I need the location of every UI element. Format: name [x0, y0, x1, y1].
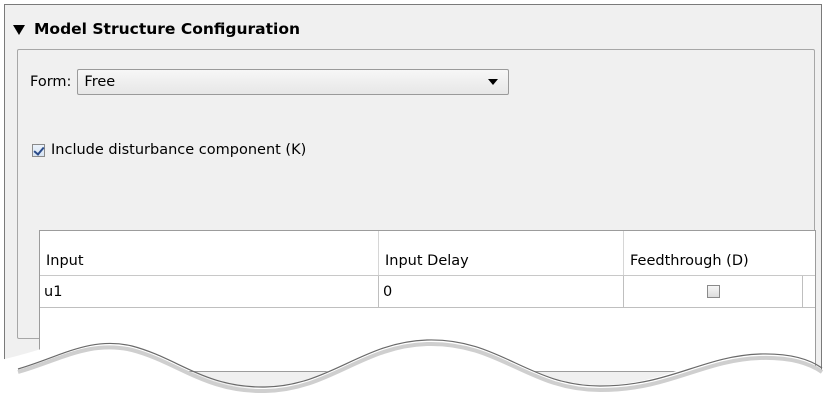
screenshot-canvas: Model Structure Configuration Form: Free…	[0, 0, 825, 396]
torn-edge	[0, 337, 825, 396]
